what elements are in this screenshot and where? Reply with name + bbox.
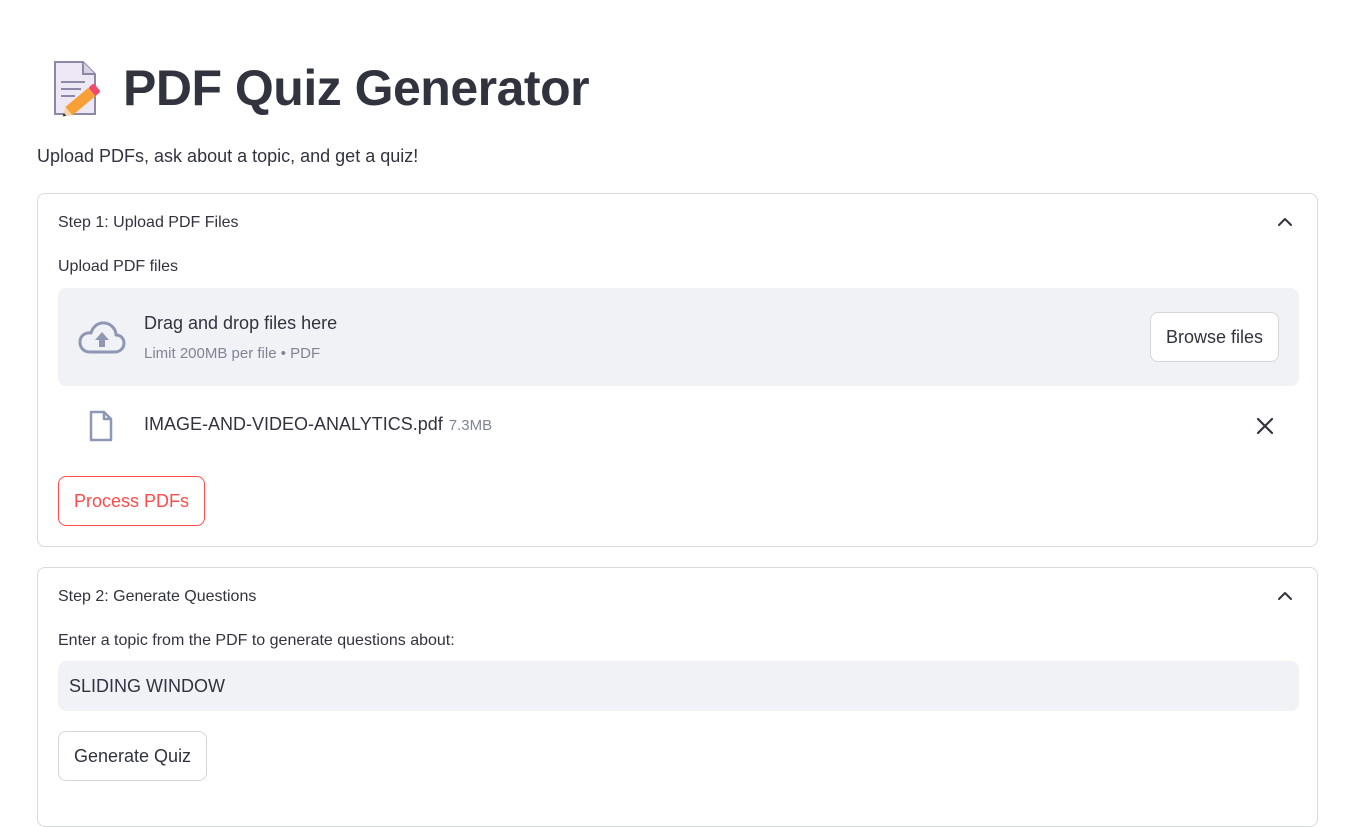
file-name-text: IMAGE-AND-VIDEO-ANALYTICS.pdf bbox=[144, 414, 443, 434]
title-row: PDF Quiz Generator bbox=[49, 56, 590, 120]
close-icon[interactable] bbox=[1255, 416, 1275, 436]
topic-label: Enter a topic from the PDF to generate q… bbox=[58, 632, 455, 649]
step2-header[interactable]: Step 2: Generate Questions bbox=[58, 588, 256, 606]
page-title: PDF Quiz Generator bbox=[123, 60, 590, 116]
uploaded-file-row: IMAGE-AND-VIDEO-ANALYTICS.pdf 7.3MB bbox=[58, 408, 1299, 448]
file-icon bbox=[89, 410, 113, 442]
file-size: 7.3MB bbox=[448, 417, 493, 434]
generate-quiz-button[interactable]: Generate Quiz bbox=[58, 731, 208, 781]
dropzone-limit: Limit 200MB per file • PDF bbox=[144, 345, 321, 362]
step1-header[interactable]: Step 1: Upload PDF Files bbox=[58, 214, 239, 232]
process-pdfs-button[interactable]: Process PDFs bbox=[58, 476, 206, 526]
upload-label: Upload PDF files bbox=[58, 258, 179, 275]
dropzone-instruction: Drag and drop files here bbox=[144, 313, 338, 333]
file-dropzone[interactable]: Drag and drop files here Limit 200MB per… bbox=[58, 288, 1299, 386]
uploaded-file-name: IMAGE-AND-VIDEO-ANALYTICS.pdf 7.3MB bbox=[144, 414, 492, 435]
page-subtitle: Upload PDFs, ask about a topic, and get … bbox=[37, 146, 419, 166]
cloud-upload-icon bbox=[78, 321, 126, 354]
topic-input[interactable] bbox=[58, 661, 1299, 711]
step1-expander: Step 1: Upload PDF Files Upload PDF file… bbox=[37, 193, 1318, 547]
chevron-up-icon[interactable] bbox=[1277, 588, 1293, 604]
browse-files-button[interactable]: Browse files bbox=[1149, 312, 1279, 362]
step2-expander: Step 2: Generate Questions Enter a topic… bbox=[37, 567, 1318, 827]
chevron-up-icon[interactable] bbox=[1277, 214, 1293, 230]
memo-pencil-icon bbox=[54, 61, 100, 117]
